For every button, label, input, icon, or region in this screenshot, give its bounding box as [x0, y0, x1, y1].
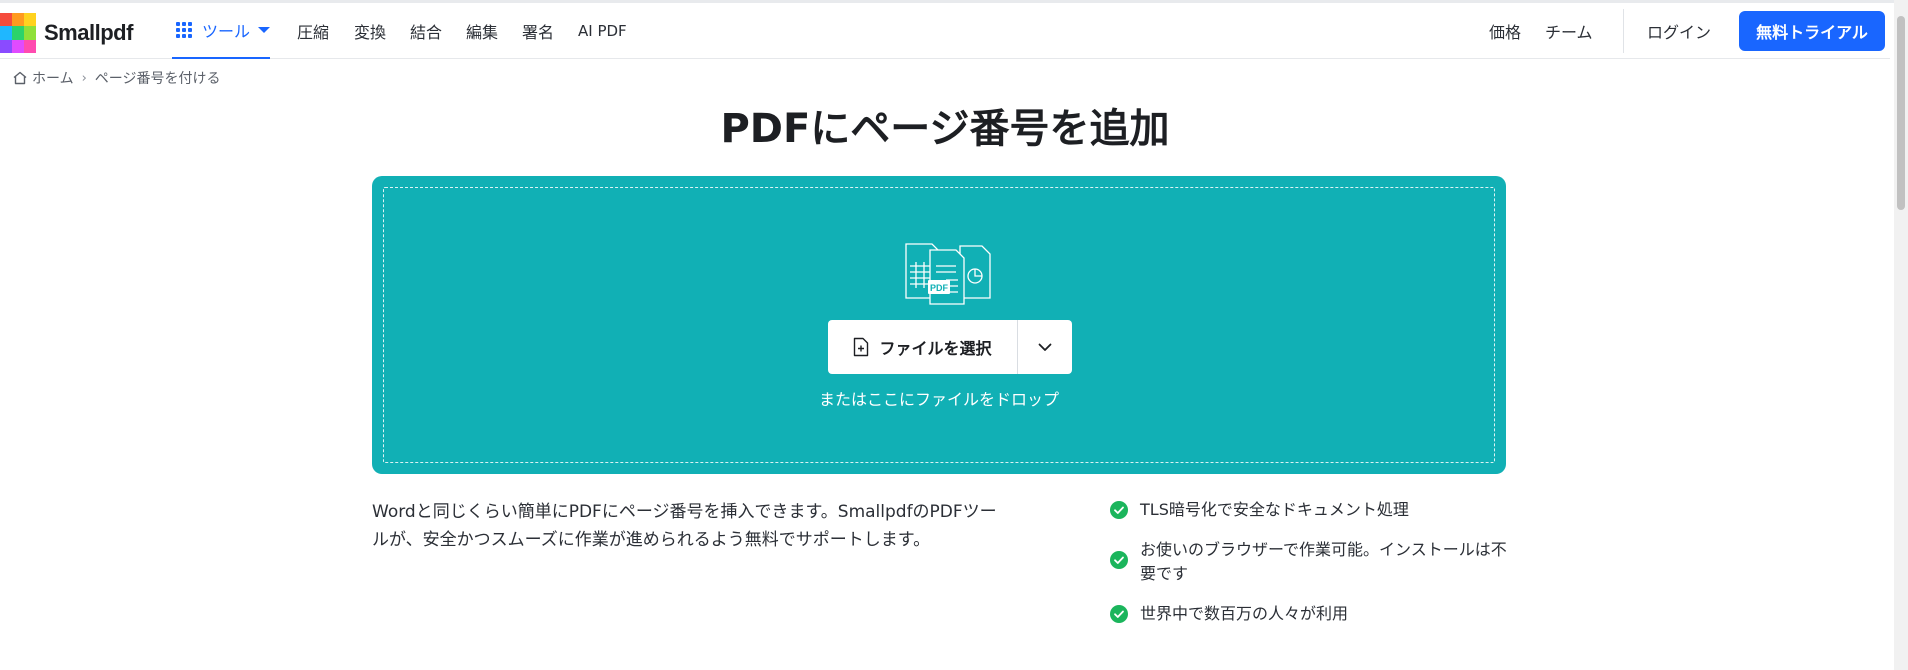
feature-text: お使いのブラウザーで作業可能。インストールは不要です [1140, 540, 1507, 583]
features-list: TLS暗号化で安全なドキュメント処理 お使いのブラウザーで作業可能。インストール… [1110, 498, 1510, 642]
breadcrumb-separator: › [81, 70, 87, 86]
header-divider [1623, 9, 1624, 53]
nav-sign[interactable]: 署名 [522, 3, 554, 59]
file-plus-icon [854, 337, 869, 357]
choose-file-group: ファイルを選択 [828, 320, 1072, 374]
tools-menu-button[interactable]: ツール [172, 3, 270, 59]
tools-label: ツール [202, 22, 251, 41]
tool-description: Wordと同じくらい簡単にPDFにページ番号を挿入できます。SmallpdfのP… [372, 502, 997, 550]
pricing-link[interactable]: 価格 [1489, 3, 1521, 59]
check-circle-icon [1110, 501, 1128, 519]
feature-text: 世界中で数百万の人々が利用 [1140, 604, 1349, 623]
drop-hint: またはここにファイルをドロップ [818, 390, 1059, 409]
logo-mark-icon [0, 13, 36, 53]
feature-item: TLS暗号化で安全なドキュメント処理 [1110, 498, 1510, 522]
choose-file-button[interactable]: ファイルを選択 [828, 320, 1018, 374]
page-scrollbar[interactable] [1894, 0, 1908, 670]
scrollbar-thumb[interactable] [1897, 16, 1905, 210]
nav-merge[interactable]: 結合 [410, 3, 442, 59]
site-header: Smallpdf ツール 圧縮 変換 結合 編集 署名 AI PDF 価格 チー… [0, 3, 1890, 59]
breadcrumb: ホーム › ページ番号を付ける [12, 68, 221, 88]
documents-icon: PDF [905, 243, 991, 305]
chevron-down-icon [1038, 343, 1052, 351]
nav-compress[interactable]: 圧縮 [297, 3, 329, 59]
free-trial-button[interactable]: 無料トライアル [1739, 11, 1885, 51]
logo-text: Smallpdf [44, 20, 133, 45]
breadcrumb-current: ページ番号を付ける [94, 71, 221, 87]
feature-item: 世界中で数百万の人々が利用 [1110, 602, 1510, 626]
nav-edit[interactable]: 編集 [466, 3, 498, 59]
grid-icon [176, 22, 192, 38]
login-link[interactable]: ログイン [1647, 3, 1711, 59]
svg-text:PDF: PDF [930, 283, 949, 293]
nav-ai-pdf[interactable]: AI PDF [578, 3, 627, 59]
feature-item: お使いのブラウザーで作業可能。インストールは不要です [1110, 538, 1510, 586]
choose-file-label: ファイルを選択 [879, 339, 992, 358]
team-link[interactable]: チーム [1545, 3, 1593, 59]
dropzone-border: PDF ファイルを選択 またはここにファイルをドロップ [383, 187, 1495, 463]
check-circle-icon [1110, 605, 1128, 623]
nav-convert[interactable]: 変換 [354, 3, 386, 59]
smallpdf-logo[interactable]: Smallpdf [0, 13, 133, 53]
file-dropzone[interactable]: PDF ファイルを選択 またはここにファイルをドロップ [372, 176, 1506, 474]
feature-text: TLS暗号化で安全なドキュメント処理 [1140, 500, 1409, 519]
home-icon [13, 71, 27, 85]
breadcrumb-home[interactable]: ホーム [32, 68, 74, 88]
caret-down-icon [258, 27, 270, 33]
upload-options-dropdown[interactable] [1018, 320, 1072, 374]
page-title: PDFにページ番号を追加 [720, 106, 1170, 152]
check-circle-icon [1110, 551, 1128, 569]
